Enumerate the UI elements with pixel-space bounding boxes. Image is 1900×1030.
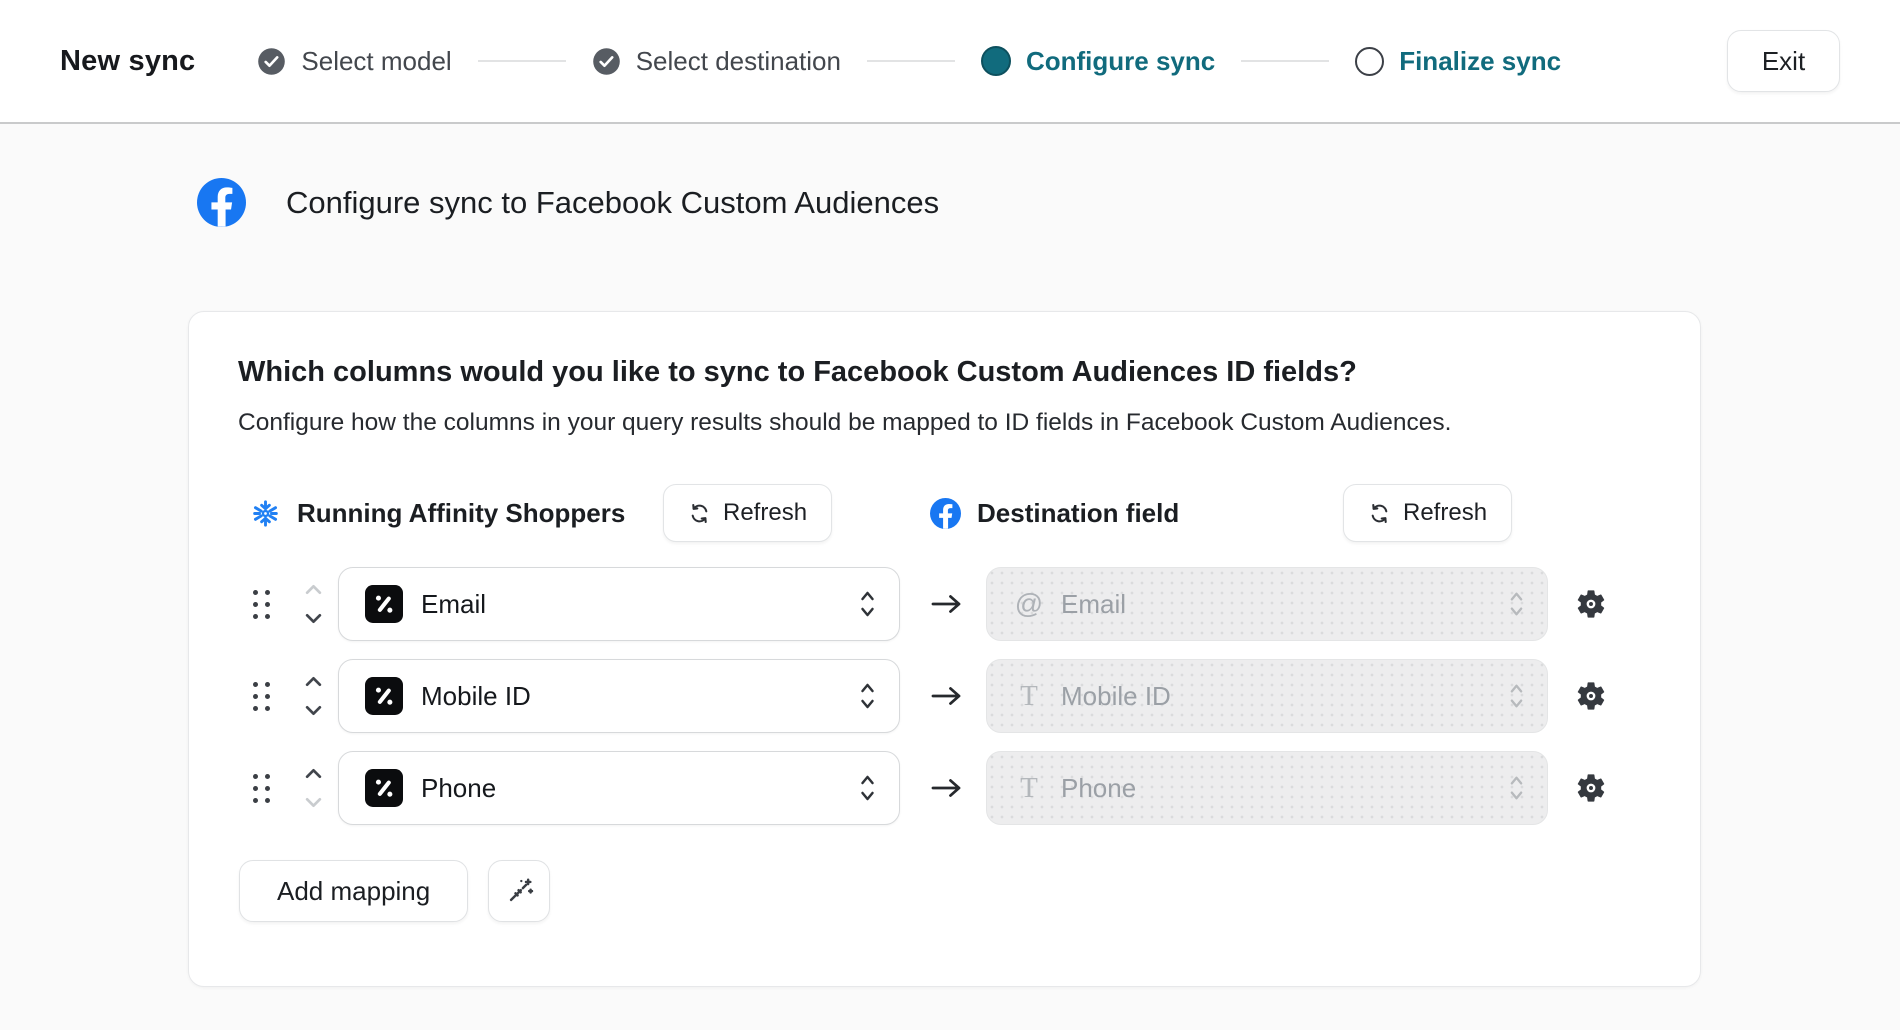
source-column-select[interactable]: Mobile ID [338,659,900,733]
gear-icon [1574,771,1608,805]
source-column-value: Email [421,589,486,620]
text-type-icon: T [1013,774,1045,803]
mapping-row: Email @ Email [238,567,1651,641]
snowflake-icon [250,498,281,529]
destination-column-header: Destination field Refresh [930,483,1179,543]
add-mapping-button[interactable]: Add mapping [239,860,468,922]
mapping-settings-button[interactable] [1574,771,1608,805]
select-chevrons-icon [1508,682,1525,710]
source-column-value: Mobile ID [421,681,531,712]
move-down-button[interactable] [304,704,323,717]
wizard-stepper: Select model Select destination Configur… [257,46,1561,77]
source-column-select[interactable]: Phone [338,751,900,825]
destination-refresh-button[interactable]: Refresh [1343,484,1512,542]
refresh-label: Refresh [723,499,807,527]
source-refresh-button[interactable]: Refresh [663,484,832,542]
columns-header: Running Affinity Shoppers Refresh Destin… [238,483,1651,543]
check-circle-icon [592,47,621,76]
step-select-destination[interactable]: Select destination [592,46,841,77]
gear-icon [1574,679,1608,713]
check-circle-icon [257,47,286,76]
mapping-rows: Email @ Email [238,567,1651,825]
select-chevrons-icon [858,589,877,619]
model-column-icon [365,677,403,715]
exit-button[interactable]: Exit [1727,30,1840,92]
source-model-name: Running Affinity Shoppers [297,498,625,529]
step-label: Select model [301,46,451,77]
configure-sync-heading: Configure sync to Facebook Custom Audien… [286,185,939,221]
gear-icon [1574,587,1608,621]
facebook-icon [930,498,961,529]
card-description: Configure how the columns in your query … [238,409,1651,437]
model-column-icon [365,769,403,807]
mapping-settings-button[interactable] [1574,679,1608,713]
destination-field-label: Destination field [977,498,1179,529]
step-configure-sync[interactable]: Configure sync [981,46,1215,77]
top-bar: New sync Select model Select destination… [0,0,1900,124]
mapping-row: Phone T Phone [238,751,1651,825]
magic-wand-icon [504,876,535,907]
mapping-actions: Add mapping [239,860,1651,922]
select-chevrons-icon [1508,774,1525,802]
reorder-arrows [300,583,326,625]
mapping-settings-button[interactable] [1574,587,1608,621]
at-icon: @ [1013,590,1045,618]
source-column-value: Phone [421,773,496,804]
select-chevrons-icon [858,773,877,803]
empty-step-circle-icon [1355,47,1384,76]
facebook-icon [197,178,246,227]
page-heading: Configure sync to Facebook Custom Audien… [197,178,1900,227]
select-chevrons-icon [1508,590,1525,618]
move-up-button [304,583,323,596]
move-up-button[interactable] [304,675,323,688]
step-label: Finalize sync [1399,46,1561,77]
step-finalize-sync[interactable]: Finalize sync [1355,46,1561,77]
active-step-dot-icon [981,46,1011,76]
auto-map-button[interactable] [488,860,550,922]
step-label: Select destination [636,46,841,77]
card-question: Which columns would you like to sync to … [238,356,1651,389]
reorder-arrows [300,767,326,809]
reorder-arrows [300,675,326,717]
arrow-right-icon [930,592,964,616]
stepper-connector [478,60,566,62]
step-select-model[interactable]: Select model [257,46,451,77]
destination-field-select: T Mobile ID [986,659,1548,733]
step-label: Configure sync [1026,46,1215,77]
refresh-label: Refresh [1403,499,1487,527]
drag-handle-icon[interactable] [250,774,272,803]
stepper-connector [1241,60,1329,62]
model-column-icon [365,585,403,623]
refresh-icon [688,502,711,525]
arrow-right-icon [930,776,964,800]
mapping-row: Mobile ID T Mobile ID [238,659,1651,733]
stepper-connector [867,60,955,62]
mapping-card: Which columns would you like to sync to … [188,311,1701,987]
drag-handle-icon[interactable] [250,590,272,619]
arrow-right-icon [930,684,964,708]
page-title: New sync [60,45,195,78]
move-down-button[interactable] [304,612,323,625]
destination-field-value: Email [1061,589,1126,620]
move-down-button [304,796,323,809]
text-type-icon: T [1013,682,1045,711]
source-column-select[interactable]: Email [338,567,900,641]
select-chevrons-icon [858,681,877,711]
source-column-header: Running Affinity Shoppers Refresh [250,483,930,543]
destination-field-value: Mobile ID [1061,681,1171,712]
drag-handle-icon[interactable] [250,682,272,711]
destination-field-select: @ Email [986,567,1548,641]
destination-field-value: Phone [1061,773,1136,804]
destination-field-select: T Phone [986,751,1548,825]
refresh-icon [1368,502,1391,525]
move-up-button[interactable] [304,767,323,780]
